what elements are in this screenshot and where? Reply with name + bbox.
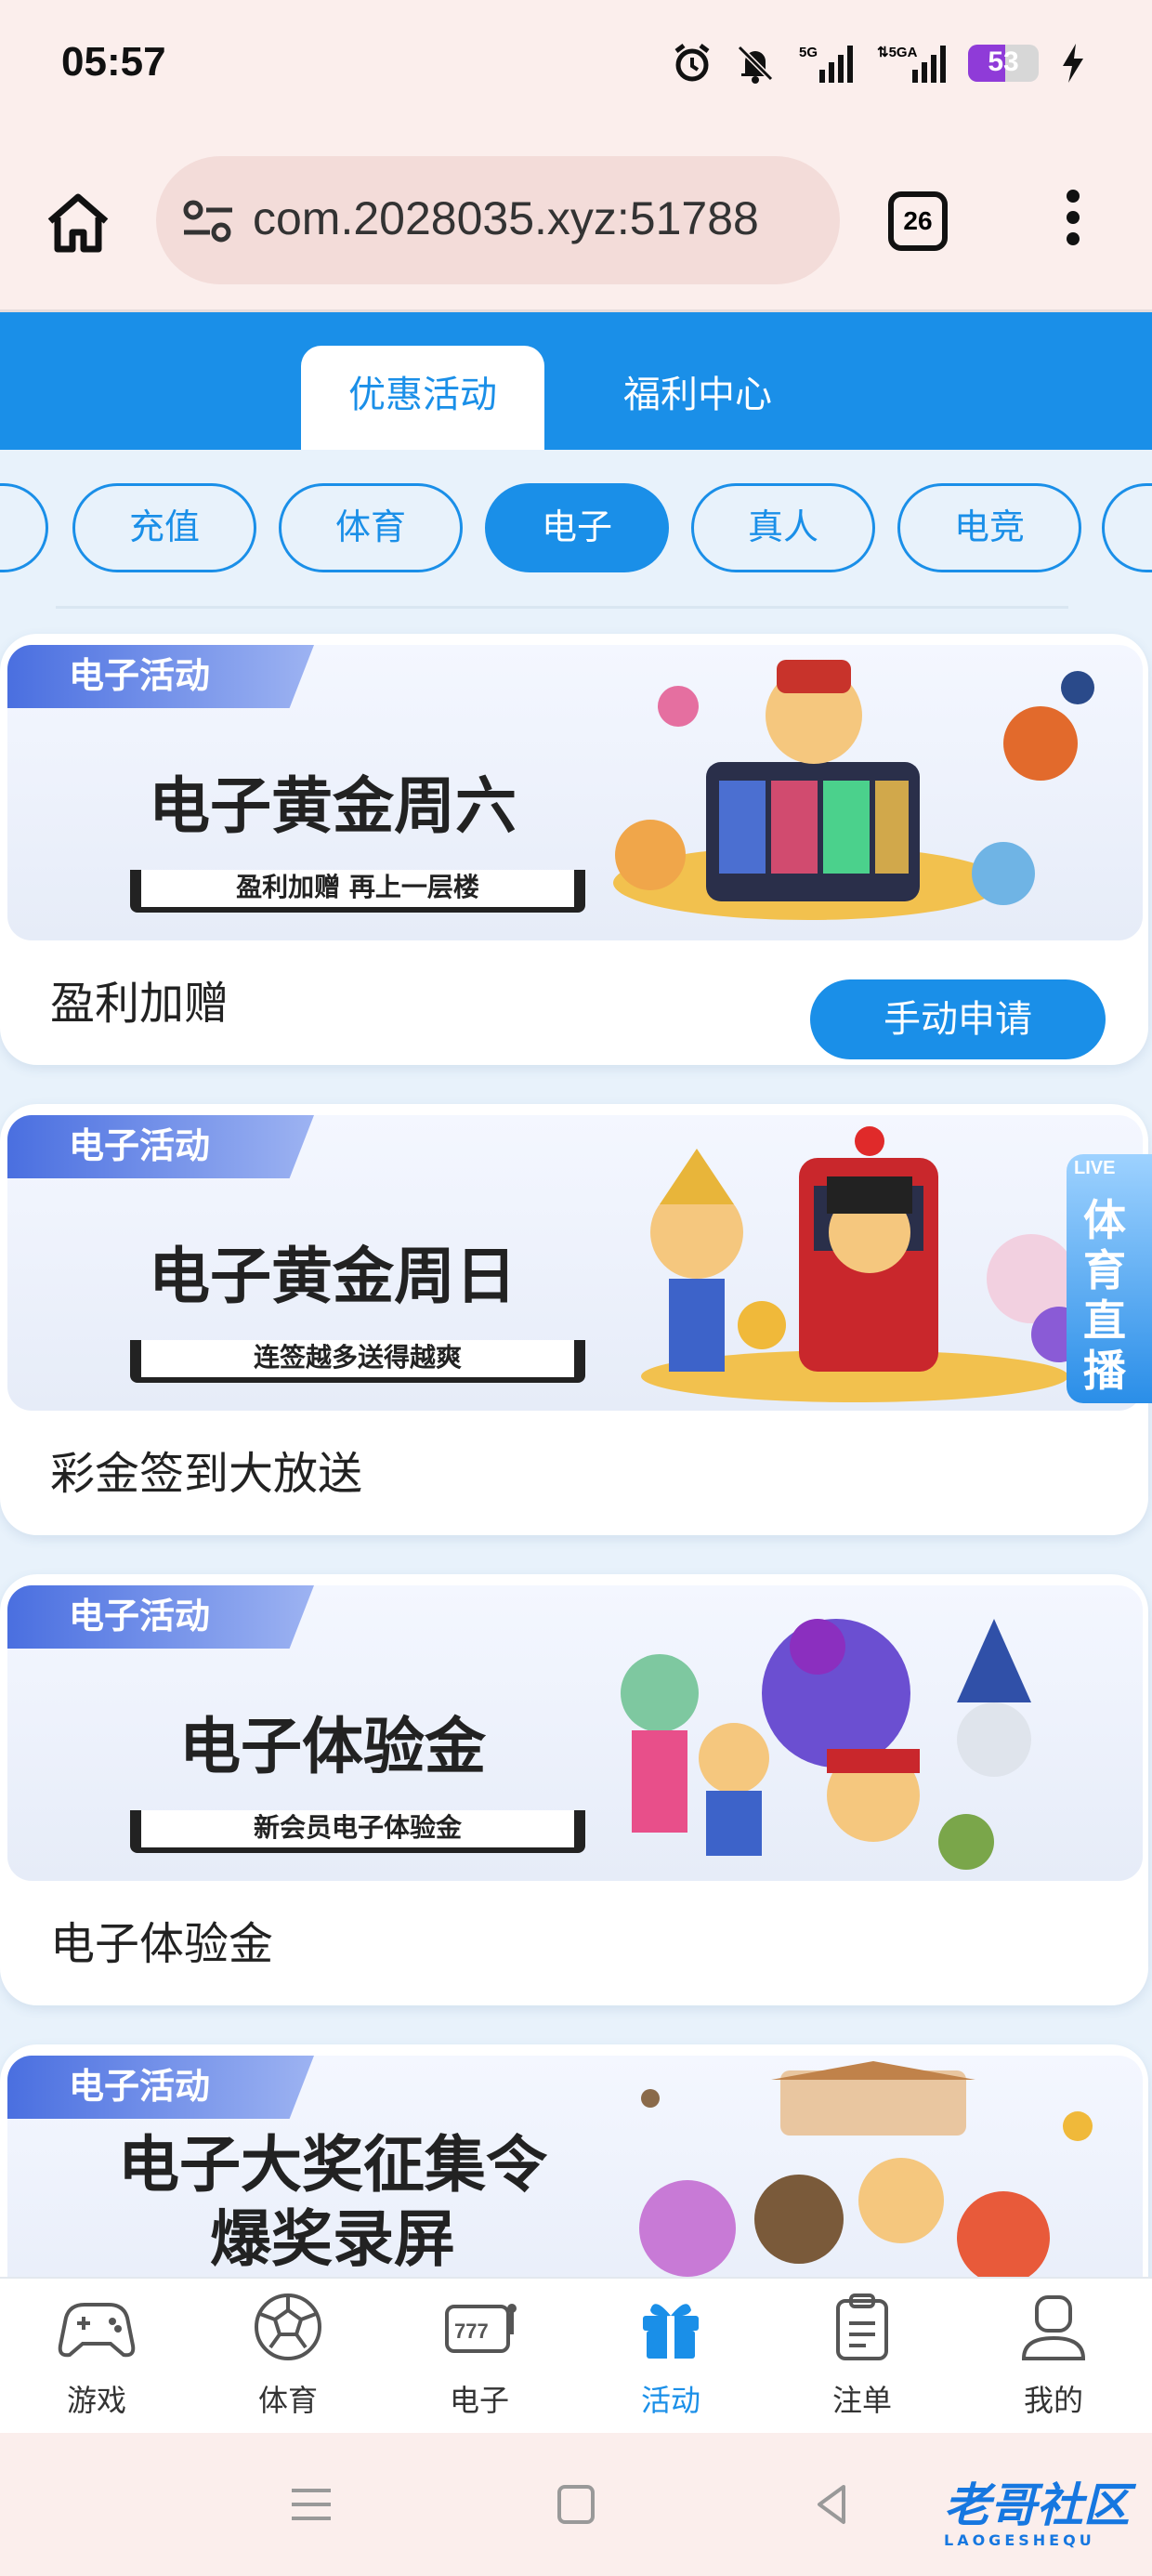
soccer-ball-icon (255, 2293, 321, 2360)
promotion-title: 盈利加赠 (50, 978, 229, 1030)
promotion-card[interactable]: 电子活动 电子黄金周日 连签越多送得越爽 彩金签到大放送 (0, 1104, 1148, 1535)
nav-label: 体育 (257, 2383, 318, 2418)
promotion-banner[interactable]: 电子活动 电子大奖征集令 爆奖录屏 (7, 2056, 1143, 2277)
signal-5ga-icon: ⇅5GA (877, 45, 946, 83)
bottom-navigation: 游戏 体育 777 电子 活动 注单 我的 (0, 2277, 1152, 2433)
clipboard-icon (836, 2293, 888, 2360)
promotion-tag: 电子活动 (7, 2056, 314, 2119)
banner-subtitle: 连签越多送得越爽 (130, 1340, 585, 1383)
home-icon[interactable] (41, 186, 115, 260)
site-settings-icon[interactable] (180, 195, 236, 247)
page-content: 优惠活动 福利中心 充值 体育 电子 真人 电竞 电子活动 电子黄金周六 盈利加… (0, 312, 1152, 2277)
nav-activities[interactable]: 活动 (587, 2290, 754, 2429)
status-icons: 5G ⇅5GA 53 (671, 37, 1087, 89)
live-sports-badge[interactable]: LIVE 体育直播 (1067, 1154, 1152, 1403)
promotion-title: 电子体验金 (50, 1918, 274, 1970)
menu-icon[interactable] (282, 2476, 340, 2533)
mute-bell-icon (737, 45, 774, 84)
battery-icon: 53 (968, 45, 1039, 82)
tab-switcher-button[interactable]: 26 (888, 191, 948, 251)
category-sports[interactable]: 体育 (279, 483, 463, 572)
banner-subtitle: 新会员电子体验金 (130, 1810, 585, 1853)
system-navigation-bar: 老哥社区 LAOGESHEQU (0, 2433, 1152, 2576)
nav-label: 电子 (449, 2383, 509, 2418)
promotion-banner[interactable]: 电子活动 电子黄金周六 盈利加赠 再上一层楼 (7, 645, 1143, 940)
slot-characters-illustration (613, 660, 1094, 920)
nav-label: 注单 (831, 2383, 892, 2418)
category-esports[interactable]: 电竞 (897, 483, 1081, 572)
square-home-icon[interactable] (546, 2476, 604, 2533)
category-pill-partial[interactable] (0, 483, 48, 572)
divider (56, 606, 1068, 609)
banner-title-line2: 爆奖录屏 (210, 2203, 455, 2275)
svg-text:⇅5GA: ⇅5GA (877, 45, 918, 60)
promotion-card[interactable]: 电子活动 电子大奖征集令 爆奖录屏 (0, 2044, 1148, 2277)
promotion-tag: 电子活动 (7, 645, 314, 708)
watermark-text: 老哥社区 (944, 2478, 1130, 2532)
svg-text:777: 777 (454, 2320, 489, 2343)
banner-title: 电子黄金周日 (149, 1241, 517, 1312)
url-text[interactable]: com.2028035.xyz:51788 (253, 191, 819, 245)
alarm-icon (674, 44, 710, 82)
category-electronic[interactable]: 电子 (485, 483, 669, 572)
banner-subtitle: 盈利加赠 再上一层楼 (130, 870, 585, 913)
category-live-casino[interactable]: 真人 (691, 483, 875, 572)
nav-sports[interactable]: 体育 (204, 2290, 372, 2429)
nav-label: 我的 (1023, 2383, 1083, 2418)
promotion-card[interactable]: 电子活动 电子黄金周六 盈利加赠 再上一层楼 盈利加赠 手动申请 (0, 634, 1148, 1065)
manual-apply-button[interactable]: 手动申请 (810, 979, 1106, 1059)
nav-label: 活动 (640, 2383, 700, 2418)
promotion-tag: 电子活动 (7, 1115, 314, 1178)
promotion-tag: 电子活动 (7, 1585, 314, 1649)
gamepad-icon (58, 2303, 136, 2358)
slot-machine-icon: 777 (445, 2304, 517, 2353)
url-bar[interactable]: com.2028035.xyz:51788 (156, 156, 840, 284)
charging-icon (1063, 44, 1083, 83)
live-sports-text: 体育直播 (1083, 1195, 1126, 1396)
nav-label: 游戏 (66, 2383, 126, 2418)
banner-title-line1: 电子大奖征集令 (118, 2129, 547, 2201)
game-characters-illustration (639, 2061, 1093, 2277)
nav-games[interactable]: 游戏 (13, 2290, 180, 2429)
watermark-subtext: LAOGESHEQU (944, 2531, 1095, 2549)
banner-title: 电子黄金周六 (149, 770, 517, 842)
promotion-banner[interactable]: 电子活动 电子体验金 新会员电子体验金 (7, 1585, 1143, 1881)
gift-icon (643, 2304, 699, 2359)
nav-profile[interactable]: 我的 (970, 2290, 1137, 2429)
svg-text:5G: 5G (799, 45, 818, 60)
slot-characters-illustration (641, 1126, 1087, 1402)
category-recharge[interactable]: 充值 (72, 483, 256, 572)
live-label: LIVE (1074, 1158, 1116, 1178)
promotion-title: 彩金签到大放送 (50, 1448, 363, 1500)
category-filter: 充值 体育 电子 真人 电竞 (0, 483, 1152, 576)
promotion-card[interactable]: 电子活动 电子体验金 新会员电子体验金 电子体验金 (0, 1574, 1148, 2005)
browser-menu-icon[interactable] (1055, 186, 1091, 260)
signal-5g-icon: 5G (799, 45, 853, 83)
status-bar: 05:57 5G ⇅5GA 53 (0, 0, 1152, 139)
tab-welfare-center[interactable]: 福利中心 (576, 346, 819, 450)
status-time: 05:57 (61, 39, 166, 85)
nav-electronic[interactable]: 777 电子 (396, 2290, 563, 2429)
watermark-logo: 老哥社区 LAOGESHEQU (944, 2468, 1130, 2549)
back-icon[interactable] (805, 2476, 862, 2533)
tab-promotions[interactable]: 优惠活动 (301, 346, 544, 450)
promotion-banner[interactable]: 电子活动 电子黄金周日 连签越多送得越爽 (7, 1115, 1143, 1411)
top-tab-bar: 优惠活动 福利中心 (0, 312, 1152, 450)
game-characters-illustration (621, 1619, 1031, 1870)
browser-toolbar: com.2028035.xyz:51788 26 (0, 139, 1152, 312)
banner-title: 电子体验金 (179, 1711, 486, 1782)
nav-bets[interactable]: 注单 (779, 2290, 946, 2429)
user-icon (1021, 2295, 1086, 2360)
category-pill-partial[interactable] (1102, 483, 1152, 572)
battery-level: 53 (988, 46, 1019, 77)
